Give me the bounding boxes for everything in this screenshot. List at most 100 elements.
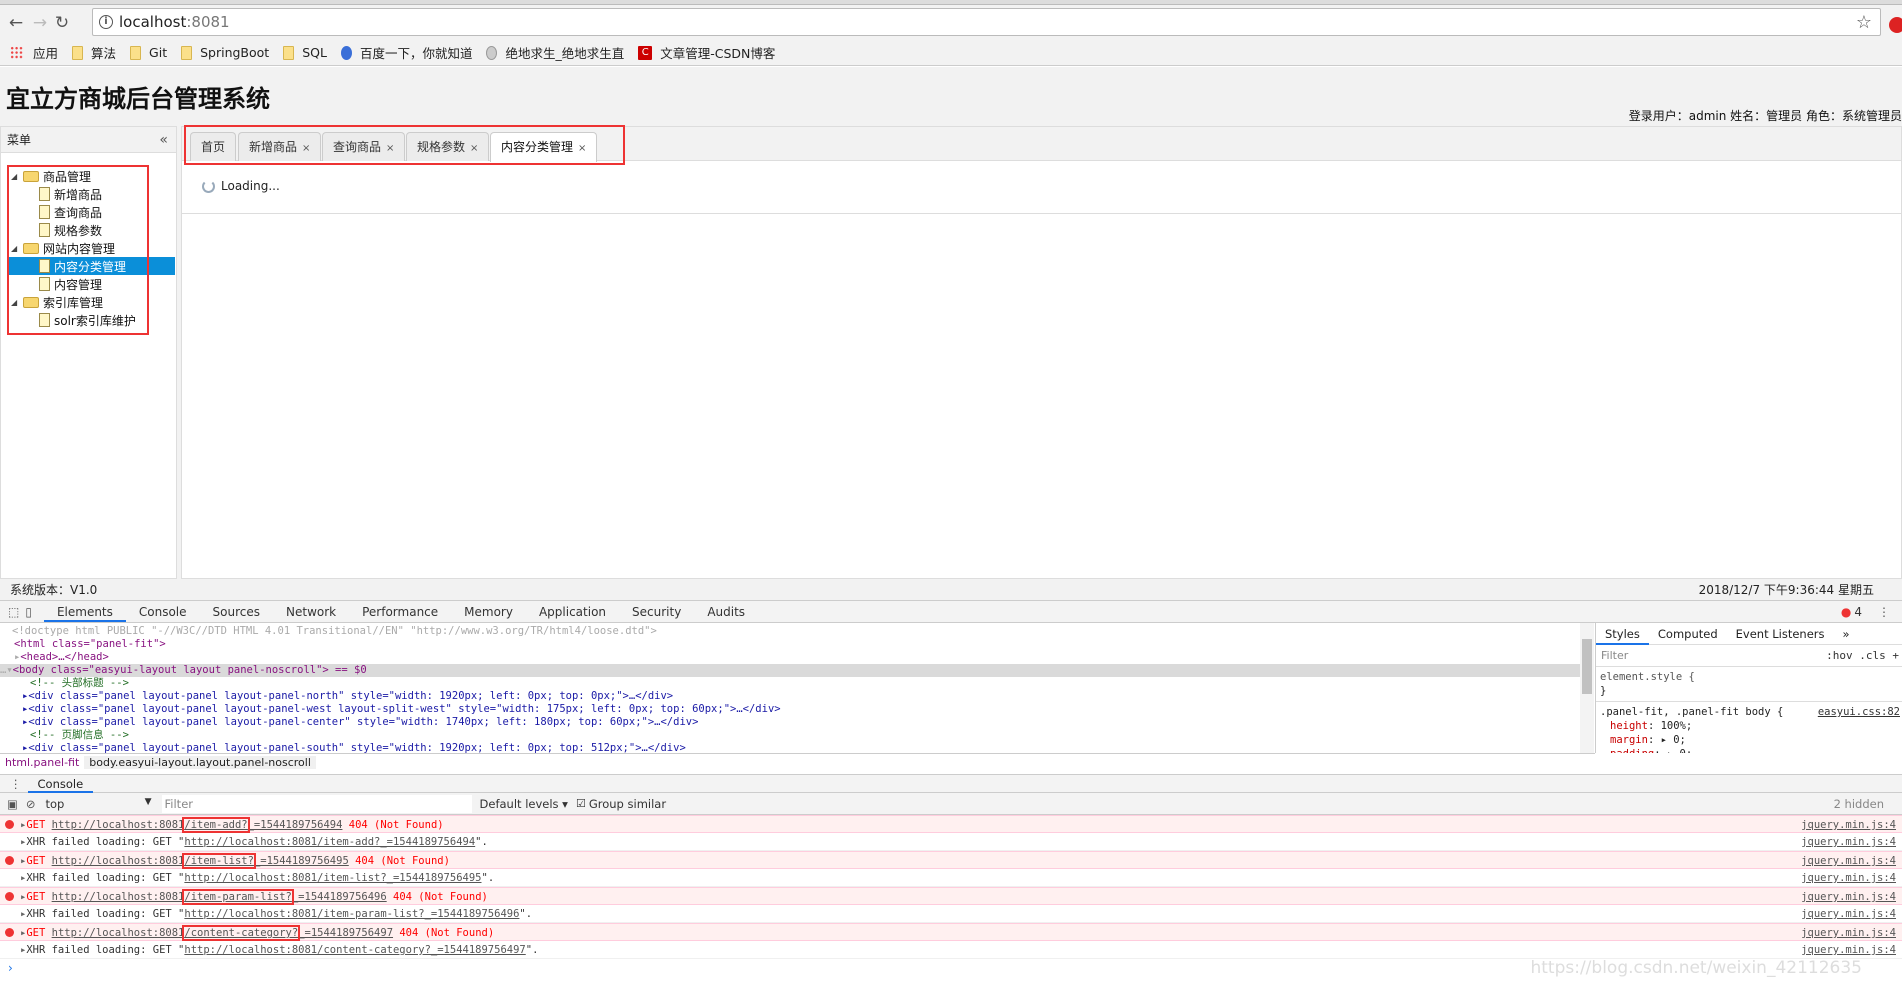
error-count[interactable]: 4 xyxy=(1851,605,1878,619)
html-line[interactable]: <html class="panel-fit"> xyxy=(14,638,1594,651)
request-url[interactable]: http://localhost:8081/item-param-list?_=… xyxy=(184,908,519,920)
style-tools[interactable]: :hov .cls + xyxy=(1826,649,1902,662)
version-text: 系统版本：V1.0 xyxy=(10,583,98,597)
info-icon[interactable]: i xyxy=(99,15,113,29)
div-south-line[interactable]: ▸<div class="panel layout-panel layout-p… xyxy=(22,742,1595,753)
console-message: ▸XHR failed loading: GET "http://localho… xyxy=(0,869,1902,887)
bookmark-label: Git xyxy=(149,45,168,60)
devtools-tab-performance[interactable]: Performance xyxy=(349,601,451,622)
source-link[interactable]: jquery.min.js:4 xyxy=(1801,888,1896,906)
scrollbar[interactable] xyxy=(1580,623,1594,753)
rule-source-link[interactable]: easyui.css:82 xyxy=(1818,705,1900,719)
bookmark-star-icon[interactable]: ☆ xyxy=(1856,10,1872,36)
request-url[interactable]: http://localhost:8081/item-add?_=1544189… xyxy=(52,817,342,833)
source-link[interactable]: jquery.min.js:4 xyxy=(1801,833,1896,851)
div-center-line[interactable]: ▸<div class="panel layout-panel layout-p… xyxy=(22,716,1595,729)
bookmark-item[interactable]: Git xyxy=(130,45,167,60)
message-suffix: ". xyxy=(525,944,539,956)
request-url[interactable]: http://localhost:8081/item-add?_=1544189… xyxy=(184,836,475,848)
browser-toolbar: ← → ↻ i localhost:8081 ☆ xyxy=(0,5,1902,40)
request-url[interactable]: http://localhost:8081/item-param-list?_=… xyxy=(51,889,387,905)
bookmark-item[interactable]: 绝地求生_绝地求生直 xyxy=(486,43,624,62)
sidebar-toggle-icon[interactable]: ▣ xyxy=(0,797,26,811)
address-bar[interactable]: i localhost:8081 ☆ xyxy=(92,8,1881,36)
styles-tab[interactable]: Event Listeners xyxy=(1727,627,1834,641)
levels-dropdown[interactable]: Default levels ▾ xyxy=(480,797,568,811)
clear-console-icon[interactable]: ⊘ xyxy=(26,797,46,811)
message-prefix: XHR failed loading: GET " xyxy=(26,944,185,956)
bookmark-item[interactable]: C 文章管理-CSDN博客 xyxy=(638,43,775,62)
status: 404 (Not Found) xyxy=(386,891,488,903)
console-filter[interactable]: Filter xyxy=(161,794,472,813)
more-icon[interactable]: ⋮ xyxy=(1878,605,1902,619)
folder-icon xyxy=(130,45,142,60)
devtools-tab-network[interactable]: Network xyxy=(273,601,349,622)
styles-tab[interactable]: Computed xyxy=(1649,627,1727,641)
url-base: http://localhost:8081 xyxy=(51,891,185,903)
styles-tab[interactable]: » xyxy=(1834,627,1859,641)
css-property[interactable]: height: 100%; xyxy=(1596,719,1902,733)
scrollbar-thumb[interactable] xyxy=(1582,639,1592,694)
comment-line[interactable]: <!-- 头部标题 --> xyxy=(30,677,1595,690)
drawer-menu-icon[interactable]: ⋮ xyxy=(0,777,28,791)
request-url[interactable]: http://localhost:8081/item-list?_=154418… xyxy=(52,853,349,869)
context-select[interactable]: top ▼ xyxy=(46,797,156,811)
div-text: <div class="panel layout-panel layout-pa… xyxy=(28,703,781,715)
elements-tree: <!doctype html PUBLIC "-//W3C//DTD HTML … xyxy=(0,623,1595,753)
devtools-tab-memory[interactable]: Memory xyxy=(451,601,526,622)
breadcrumb-body[interactable]: body.easyui-layout.layout.panel-noscroll xyxy=(84,756,316,769)
source-link[interactable]: jquery.min.js:4 xyxy=(1801,905,1896,923)
source-link[interactable]: jquery.min.js:4 xyxy=(1801,941,1896,959)
source-link[interactable]: jquery.min.js:4 xyxy=(1801,869,1896,887)
styles-tab[interactable]: Styles xyxy=(1596,623,1649,645)
group-similar-checkbox[interactable]: ☑ xyxy=(576,797,586,810)
bookmark-item[interactable]: 算法 xyxy=(72,43,116,62)
footer: 系统版本：V1.0 2018/12/7 下午9:36:44 星期五 xyxy=(0,581,1902,600)
apps-icon xyxy=(10,46,23,59)
console-prompt[interactable]: › xyxy=(8,961,13,975)
bookmark-item[interactable]: SpringBoot xyxy=(181,45,269,60)
body-text: <body class="easyui-layout layout panel-… xyxy=(12,664,367,676)
breadcrumb-html[interactable]: html.panel-fit xyxy=(0,756,84,769)
devtools-tab-sources[interactable]: Sources xyxy=(200,601,273,622)
element-style-rule[interactable]: element.style { xyxy=(1596,667,1902,684)
body-line[interactable]: …▾<body class="easyui-layout layout pane… xyxy=(0,664,1580,677)
forward-icon[interactable]: → xyxy=(30,13,50,33)
doctype-line[interactable]: <!doctype html PUBLIC "-//W3C//DTD HTML … xyxy=(12,625,1592,638)
error-icon[interactable]: ● xyxy=(1841,605,1851,619)
div-west-line[interactable]: ▸<div class="panel layout-panel layout-p… xyxy=(22,703,1595,716)
head-text: <head>…</head> xyxy=(20,651,109,663)
devtools-tab-security[interactable]: Security xyxy=(619,601,694,622)
inspect-icon[interactable]: ⬚ xyxy=(0,605,23,619)
url-host: localhost xyxy=(119,13,187,31)
source-link[interactable]: jquery.min.js:4 xyxy=(1801,924,1896,942)
console-drawer-tab[interactable]: Console xyxy=(27,775,94,793)
reload-icon[interactable]: ↻ xyxy=(52,13,72,33)
extension-icon[interactable] xyxy=(1889,17,1902,33)
devtools-tab-console[interactable]: Console xyxy=(126,601,200,622)
source-link[interactable]: jquery.min.js:4 xyxy=(1801,816,1896,834)
devtools-tab-application[interactable]: Application xyxy=(526,601,619,622)
css-rule-selector[interactable]: .panel-fit, .panel-fit body {easyui.css:… xyxy=(1596,701,1902,719)
source-link[interactable]: jquery.min.js:4 xyxy=(1801,852,1896,870)
bookmark-item[interactable]: 百度一下，你就知道 xyxy=(340,43,473,62)
back-icon[interactable]: ← xyxy=(6,13,26,33)
collapse-icon[interactable]: « xyxy=(159,127,168,153)
device-icon[interactable]: ▯ xyxy=(23,605,44,619)
devtools-tab-elements[interactable]: Elements xyxy=(43,601,126,622)
comment-line[interactable]: <!-- 页脚信息 --> xyxy=(30,729,1595,742)
bookmark-label: 百度一下，你就知道 xyxy=(359,46,473,61)
request-url[interactable]: http://localhost:8081/content-category?_… xyxy=(184,944,525,956)
request-url[interactable]: http://localhost:8081/item-list?_=154418… xyxy=(184,872,481,884)
folder-icon xyxy=(283,45,295,60)
div-north-line[interactable]: ▸<div class="panel layout-panel layout-p… xyxy=(22,690,1595,703)
head-line[interactable]: ▸<head>…</head> xyxy=(14,651,1594,664)
request-url[interactable]: http://localhost:8081/content-category?_… xyxy=(52,925,393,941)
css-property[interactable]: margin: ▸ 0; xyxy=(1596,733,1902,747)
bookmark-item[interactable]: 应用 xyxy=(10,43,58,62)
css-property[interactable]: padding: ▸ 0; xyxy=(1596,747,1902,753)
filter-placeholder[interactable]: Filter xyxy=(1601,649,1628,662)
styles-filter[interactable]: Filter :hov .cls + xyxy=(1596,645,1902,667)
devtools-tab-audits[interactable]: Audits xyxy=(694,601,758,622)
bookmark-item[interactable]: SQL xyxy=(283,45,327,60)
